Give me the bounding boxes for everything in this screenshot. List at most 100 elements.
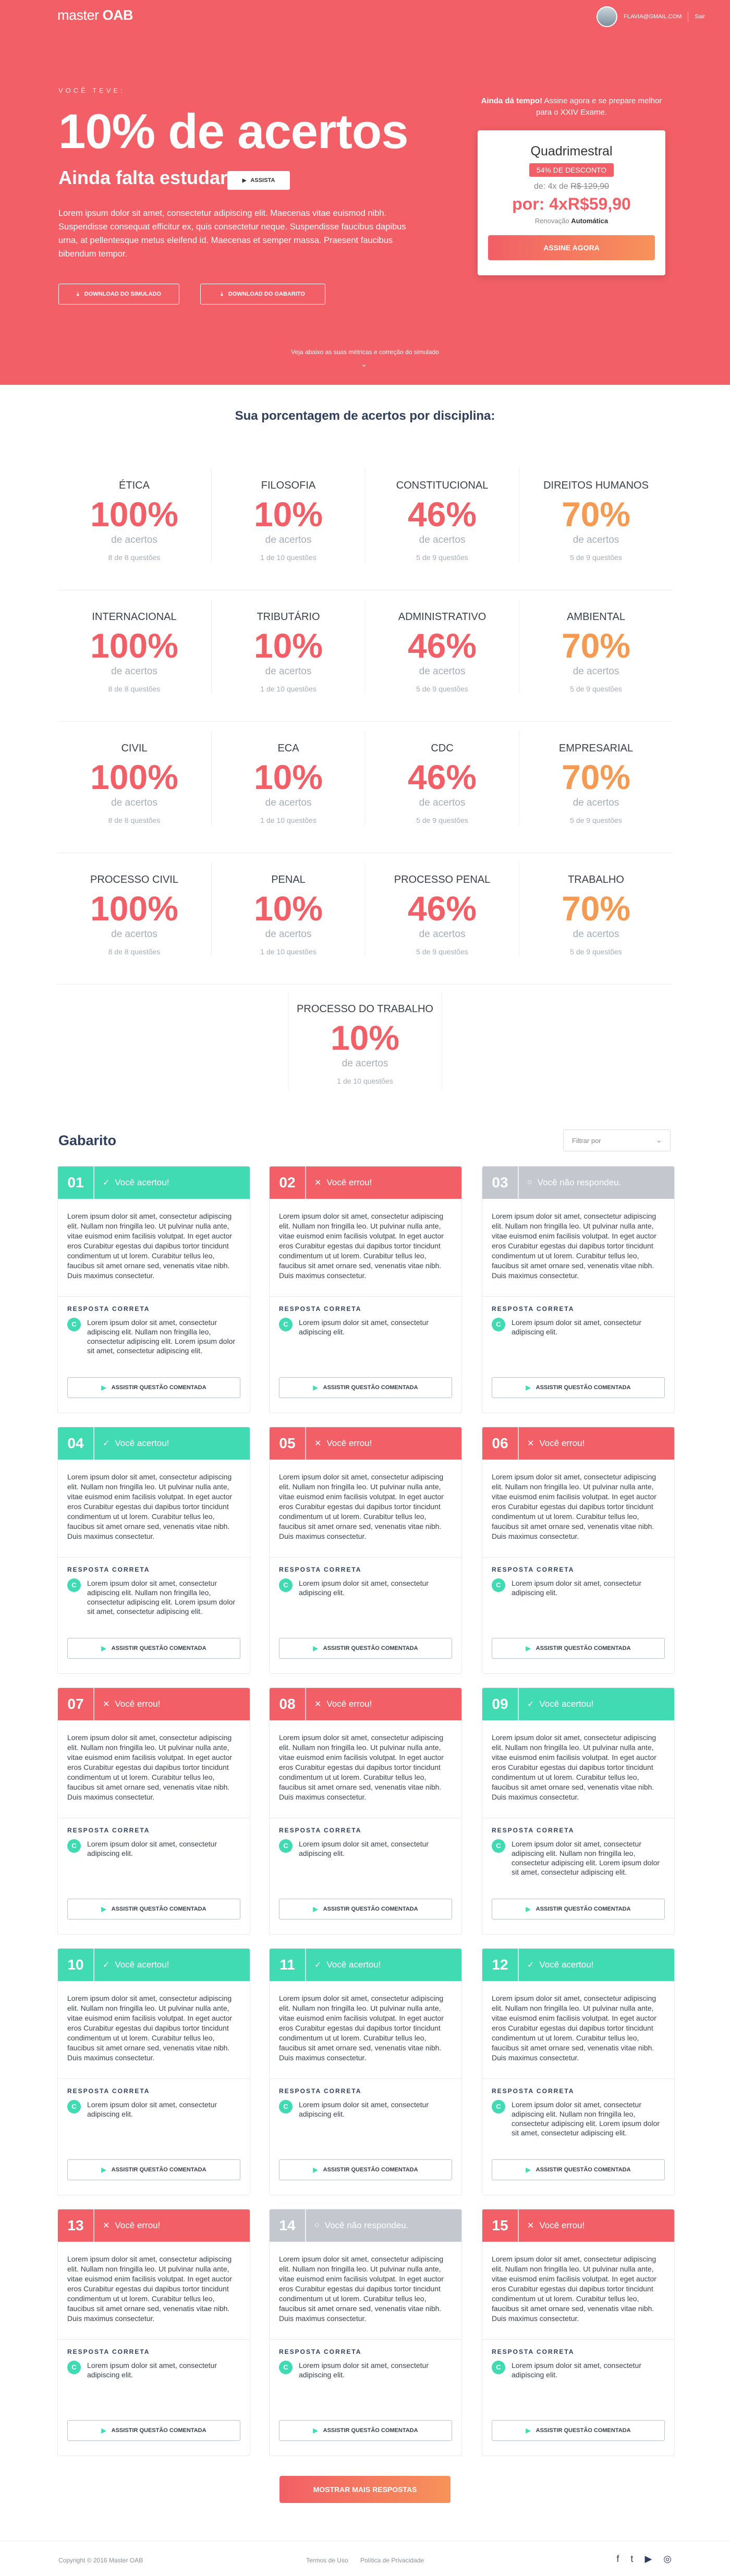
question-header: 14 ○ Você não respondeu.: [270, 2209, 461, 2242]
question-status: ✓ Você acertou!: [519, 1960, 593, 1970]
question-card: 04 ✓ Você acertou! Lorem ipsum dolor sit am…: [57, 1427, 250, 1674]
download-gabarito-label: DOWNLOAD DO GABARITO: [228, 291, 305, 297]
assista-button[interactable]: ▶ ASSISTA: [227, 171, 290, 190]
question-text: Lorem ipsum dolor sit amet, consectetur …: [270, 2242, 461, 2340]
download-gabarito-button[interactable]: ⤓ DOWNLOAD DO GABARITO: [200, 284, 325, 305]
user-email[interactable]: FLAVIA@GMAIL.COM: [624, 14, 682, 20]
discipline-questions: 5 de 9 questões: [416, 816, 468, 824]
correct-answer: C Lorem ipsum dolor sit amet, consectetur…: [58, 2095, 250, 2135]
watch-question-button[interactable]: ▶ ASSISTIR QUESTÃO COMENTADA: [279, 2420, 452, 2441]
watch-question-button[interactable]: ▶ ASSISTIR QUESTÃO COMENTADA: [67, 1377, 240, 1398]
twitter-icon[interactable]: t: [630, 2554, 633, 2565]
subscribe-button[interactable]: ASSINE AGORA: [488, 235, 655, 260]
discipline-acertos-label: de acertos: [573, 797, 619, 808]
watch-question-button[interactable]: ▶ ASSISTIR QUESTÃO COMENTADA: [492, 1638, 665, 1659]
watch-question-button[interactable]: ▶ ASSISTIR QUESTÃO COMENTADA: [492, 2159, 665, 2180]
close-icon: ✕: [314, 1439, 322, 1448]
result-subtitle: Ainda falta estudar!: [58, 167, 234, 188]
question-text: Lorem ipsum dolor sit amet, consectetur …: [482, 1720, 674, 1818]
plan-card: Quadrimestral 54% DE DESCONTO de: 4x de …: [478, 130, 665, 275]
question-number: 08: [270, 1688, 306, 1720]
discipline-name: CONSTITUCIONAL: [396, 480, 489, 491]
logo-text: master: [57, 7, 99, 23]
answer-letter-badge: C: [67, 1578, 81, 1592]
filter-placeholder: Filtrar por: [572, 1136, 601, 1145]
watch-question-button[interactable]: ▶ ASSISTIR QUESTÃO COMENTADA: [279, 2159, 452, 2180]
watch-question-button[interactable]: ▶ ASSISTIR QUESTÃO COMENTADA: [279, 1899, 452, 1919]
question-text: Lorem ipsum dolor sit amet, consectetur …: [270, 1720, 461, 1818]
question-header: 08 ✕ Você errou!: [270, 1688, 461, 1720]
question-status: ✕ Você errou!: [306, 1699, 372, 1709]
correct-answer-text: Lorem ipsum dolor sit amet, consectetur …: [87, 1840, 217, 1857]
answer-letter-badge: C: [279, 1318, 293, 1331]
scroll-hint[interactable]: Veja abaixo as suas métricas e correção …: [0, 348, 730, 356]
discipline-percent: 10%: [253, 889, 323, 928]
discipline-card: ÉTICA 100% de acertos 8 de 8 questões: [57, 468, 211, 562]
close-icon: ✕: [527, 1439, 534, 1448]
watch-question-button[interactable]: ▶ ASSISTIR QUESTÃO COMENTADA: [279, 1638, 452, 1659]
logout-link[interactable]: Sair: [695, 14, 705, 20]
watch-question-button[interactable]: ▶ ASSISTIR QUESTÃO COMENTADA: [67, 1638, 240, 1659]
play-icon: ▶: [526, 2427, 531, 2434]
download-simulado-button[interactable]: ⤓ DOWNLOAD DO SIMULADO: [58, 284, 179, 305]
old-price-label: de: 4x de: [533, 182, 571, 191]
correct-answer-label: RESPOSTA CORRETA: [492, 1305, 575, 1313]
watch-question-button[interactable]: ▶ ASSISTIR QUESTÃO COMENTADA: [67, 1899, 240, 1919]
question-header: 10 ✓ Você acertou!: [58, 1949, 250, 1981]
watch-question-button[interactable]: ▶ ASSISTIR QUESTÃO COMENTADA: [492, 1899, 665, 1919]
renewal-info: Renovação Automática: [478, 217, 665, 225]
watch-question-button[interactable]: ▶ ASSISTIR QUESTÃO COMENTADA: [67, 2420, 240, 2441]
facebook-icon[interactable]: f: [616, 2554, 619, 2565]
discipline-card: PROCESSO DO TRABALHO 10% de acertos 1 de 10…: [288, 992, 442, 1091]
discipline-percent: 10%: [253, 758, 323, 796]
discipline-row: CIVIL 100% de acertos 8 de 8 questões ECA 10%…: [57, 722, 673, 853]
logo[interactable]: master OAB: [57, 7, 133, 23]
question-text: Lorem ipsum dolor sit amet, consectetur …: [482, 1460, 674, 1558]
show-more-button[interactable]: MOSTRAR MAIS RESPOSTAS: [279, 2476, 451, 2503]
question-header: 05 ✕ Você errou!: [270, 1427, 461, 1460]
watch-question-button[interactable]: ▶ ASSISTIR QUESTÃO COMENTADA: [492, 1377, 665, 1398]
watch-question-button[interactable]: ▶ ASSISTIR QUESTÃO COMENTADA: [67, 2159, 240, 2180]
correct-answer-text: Lorem ipsum dolor sit amet, consectetur …: [87, 1318, 236, 1355]
privacy-link[interactable]: Política de Privacidade: [360, 2557, 424, 2564]
discipline-card: DIREITOS HUMANOS 70% de acertos 5 de 9 ques…: [519, 468, 673, 562]
terms-link[interactable]: Termos de Uso: [306, 2557, 348, 2564]
question-status: ✓ Você acertou!: [94, 1438, 169, 1449]
correct-answer-label: RESPOSTA CORRETA: [492, 1827, 575, 1834]
watch-question-button[interactable]: ▶ ASSISTIR QUESTÃO COMENTADA: [279, 1377, 452, 1398]
correct-answer: C Lorem ipsum dolor sit amet, consectetur…: [270, 1313, 461, 1353]
question-text: Lorem ipsum dolor sit amet, consectetur …: [482, 2242, 674, 2340]
score-title: 10% de acertos: [58, 104, 408, 159]
check-icon: ✓: [314, 1961, 322, 1970]
avatar[interactable]: [597, 6, 618, 27]
watch-question-label: ASSISTIR QUESTÃO COMENTADA: [536, 1906, 631, 1912]
logo-bold-text: OAB: [102, 7, 133, 23]
answer-letter-badge: C: [67, 2100, 81, 2113]
youtube-icon[interactable]: ▶: [644, 2554, 652, 2565]
social-links: f t ▶ ◎: [616, 2554, 672, 2565]
discipline-name: TRABALHO: [568, 874, 624, 885]
question-status-label: Você errou!: [326, 1699, 372, 1709]
watch-question-button[interactable]: ▶ ASSISTIR QUESTÃO COMENTADA: [492, 2420, 665, 2441]
question-header: 09 ✓ Você acertou!: [482, 1688, 674, 1720]
question-number: 07: [58, 1688, 94, 1720]
watch-question-label: ASSISTIR QUESTÃO COMENTADA: [111, 1906, 206, 1912]
question-card: 02 ✕ Você errou! Lorem ipsum dolor sit amet…: [269, 1166, 462, 1413]
discipline-name: ECA: [277, 743, 299, 754]
filter-select[interactable]: Filtrar por ⌄: [563, 1129, 671, 1151]
question-header: 12 ✓ Você acertou!: [482, 1949, 674, 1981]
question-number: 12: [482, 1949, 519, 1981]
discipline-acertos-label: de acertos: [342, 1058, 388, 1069]
check-icon: ✓: [103, 1439, 110, 1448]
discipline-percent: 70%: [561, 495, 631, 533]
watch-question-label: ASSISTIR QUESTÃO COMENTADA: [536, 2167, 631, 2173]
discipline-questions: 1 de 10 questões: [260, 553, 317, 562]
chevron-down-icon[interactable]: ⌄: [361, 360, 367, 369]
question-header: 15 ✕ Você errou!: [482, 2209, 674, 2242]
instagram-icon[interactable]: ◎: [663, 2554, 672, 2565]
question-status-label: Você não respondeu.: [324, 2220, 409, 2230]
play-icon: ▶: [526, 1384, 531, 1391]
discipline-questions: 8 de 8 questões: [108, 947, 161, 956]
play-icon: ▶: [313, 2166, 318, 2173]
discipline-acertos-label: de acertos: [419, 534, 466, 545]
